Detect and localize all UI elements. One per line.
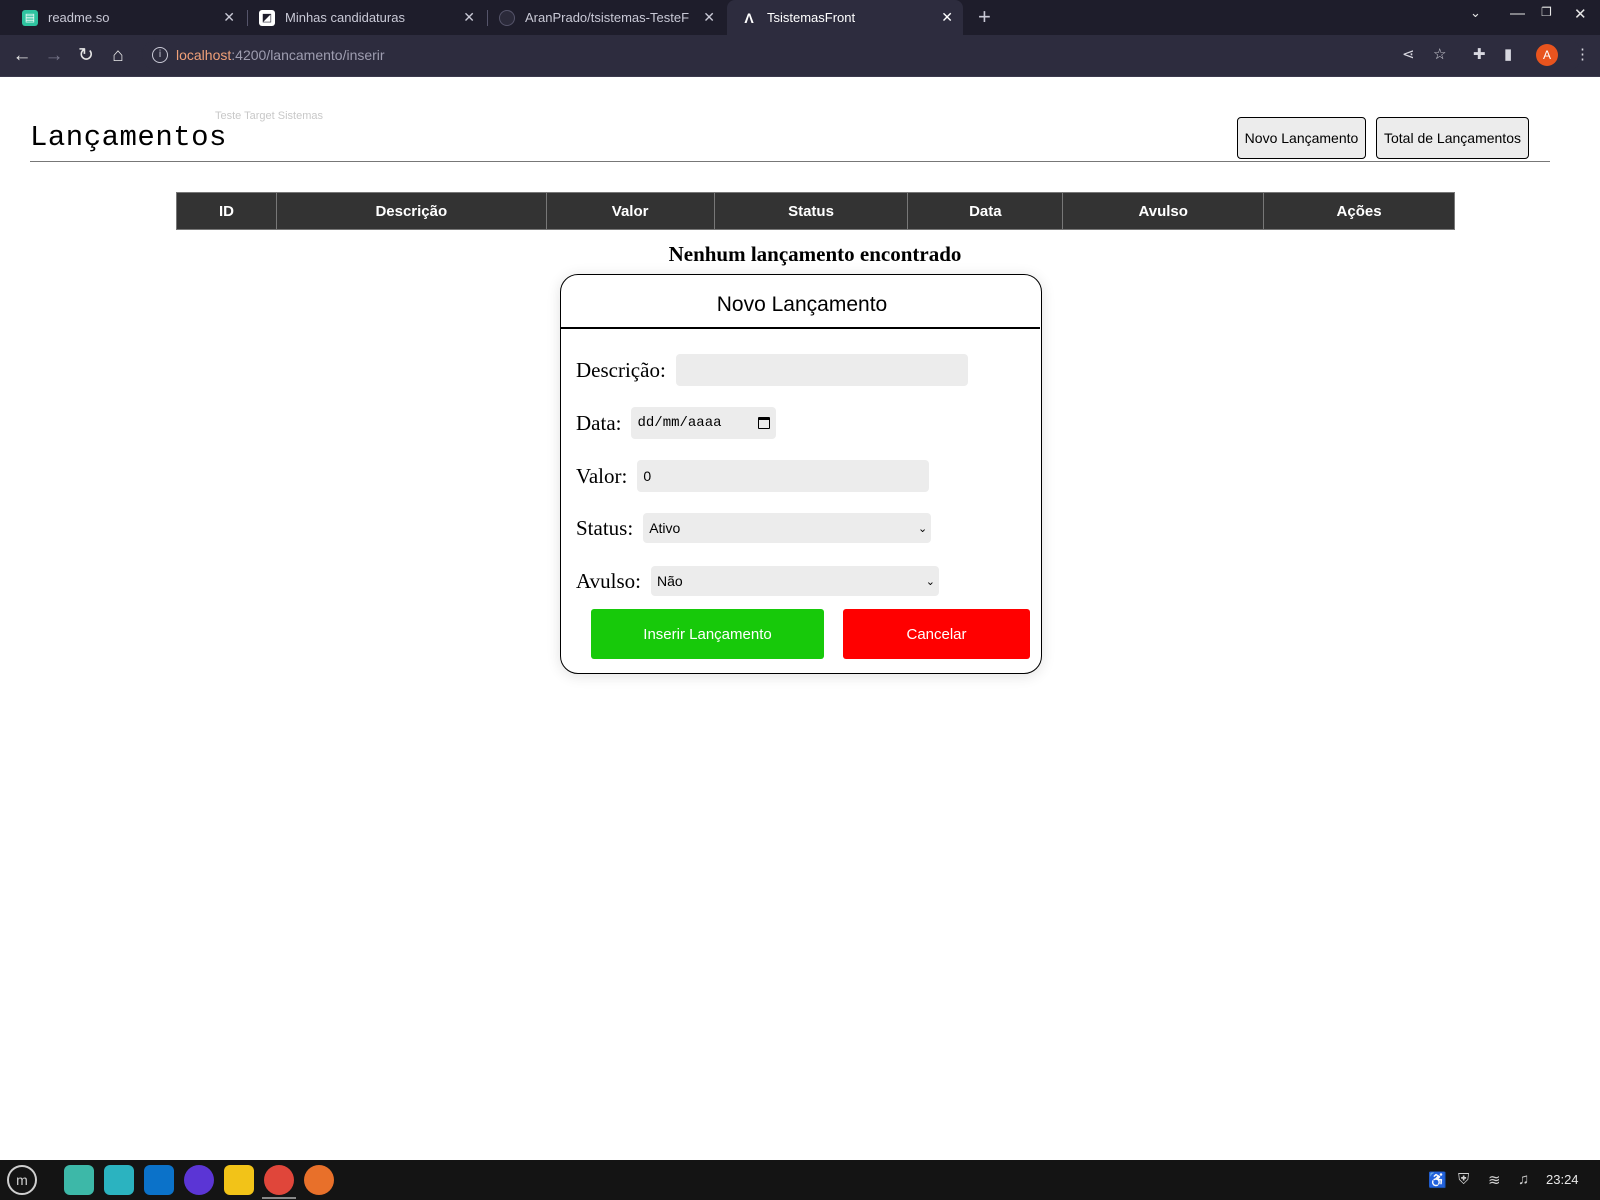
empty-state-message: Nenhum lançamento encontrado <box>668 242 962 266</box>
column-header-avulso[interactable]: Avulso <box>1062 192 1265 230</box>
os-taskbar: m ♿ ⛨ ≋ ♫ 23:24 <box>0 1160 1600 1200</box>
inserir-lancamento-button[interactable]: Inserir Lançamento <box>591 609 824 659</box>
site-info-icon[interactable]: i <box>152 47 168 63</box>
menu-kebab-icon[interactable]: ⋮ <box>1575 45 1590 63</box>
data-row: Data: dd/mm/aaaa <box>576 407 777 439</box>
valor-label: Valor: <box>576 463 628 488</box>
back-arrow-icon[interactable]: ← <box>10 44 34 68</box>
active-app-indicator <box>262 1197 296 1199</box>
close-tab-icon[interactable]: ✕ <box>941 9 953 26</box>
home-icon[interactable]: ⌂ <box>106 44 130 68</box>
chrome-icon[interactable] <box>264 1165 294 1195</box>
lancamentos-table: ID Descrição Valor Status Data Avulso Aç… <box>176 192 1455 230</box>
clock[interactable]: 23:24 <box>1546 1172 1579 1187</box>
descricao-label: Descrição: <box>576 357 666 382</box>
brand-label: Teste Target Sistemas <box>215 110 324 122</box>
github-favicon-icon <box>499 9 515 26</box>
tab-search-chevron-icon[interactable]: ⌄ <box>1470 5 1481 21</box>
tab-divider <box>247 10 248 26</box>
avulso-label: Avulso: <box>576 568 641 593</box>
tab-divider <box>487 10 488 26</box>
column-header-descricao[interactable]: Descrição <box>275 192 547 230</box>
tab-title: TsistemasFront <box>767 10 856 25</box>
insomnia-icon[interactable] <box>184 1165 214 1195</box>
column-header-status[interactable]: Status <box>713 192 909 230</box>
close-tab-icon[interactable]: ✕ <box>223 9 235 26</box>
avulso-row: Avulso: Não ⌄ <box>576 566 939 596</box>
calendar-icon[interactable] <box>758 417 771 429</box>
chevron-down-icon: ⌄ <box>917 521 928 535</box>
bookmark-star-icon[interactable]: ☆ <box>1433 45 1446 63</box>
column-header-data[interactable]: Data <box>907 192 1064 230</box>
status-row: Status: Ativo ⌄ <box>576 513 932 543</box>
status-select[interactable]: Ativo ⌄ <box>643 513 932 543</box>
restore-window-icon[interactable]: ❐ <box>1541 5 1552 19</box>
cancelar-button[interactable]: Cancelar <box>843 609 1030 659</box>
tab-title: AranPrado/tsistemas-TesteF <box>525 10 690 25</box>
status-label: Status: <box>576 515 634 540</box>
gupy-favicon-icon: ◩ <box>259 9 275 26</box>
tab-title: Minhas candidaturas <box>285 10 405 25</box>
header-divider <box>30 161 1550 162</box>
shield-icon[interactable]: ⛨ <box>1458 1171 1469 1188</box>
tab-github[interactable]: AranPrado/tsistemas-TesteF ✕ <box>489 0 725 35</box>
file-manager-icon[interactable] <box>64 1165 94 1195</box>
terminal-icon[interactable] <box>104 1165 134 1195</box>
forward-arrow-icon[interactable]: → <box>42 44 66 68</box>
close-tab-icon[interactable]: ✕ <box>703 9 715 26</box>
url-host: localhost <box>176 47 232 63</box>
new-tab-button[interactable]: + <box>978 4 991 30</box>
page-content: Teste Target Sistemas Lançamentos Novo L… <box>0 77 1600 1160</box>
table-header-row: ID Descrição Valor Status Data Avulso Aç… <box>176 192 1455 230</box>
tab-title: readme.so <box>48 10 110 25</box>
beekeeper-icon[interactable] <box>224 1165 254 1195</box>
mint-menu-icon[interactable]: m <box>7 1165 37 1195</box>
column-header-valor[interactable]: Valor <box>545 192 715 230</box>
side-panel-icon[interactable]: ▮ <box>1504 45 1512 63</box>
valor-input[interactable] <box>637 460 930 492</box>
close-tab-icon[interactable]: ✕ <box>463 9 475 26</box>
extensions-puzzle-icon[interactable]: ✚ <box>1473 45 1486 63</box>
tab-readme[interactable]: ▤ readme.so ✕ <box>10 0 245 35</box>
descricao-input[interactable] <box>675 354 968 386</box>
reload-icon[interactable]: ↻ <box>74 44 98 68</box>
data-label: Data: <box>576 410 622 435</box>
sound-icon[interactable]: ♫ <box>1518 1171 1529 1188</box>
modal-title: Novo Lançamento <box>716 293 888 316</box>
data-input[interactable]: dd/mm/aaaa <box>631 407 777 439</box>
novo-lancamento-modal: Novo Lançamento Descrição: Data: dd/mm/a… <box>560 274 1042 674</box>
page-title: Lançamentos <box>30 121 227 154</box>
modal-divider <box>561 327 1040 329</box>
chevron-down-icon: ⌄ <box>925 574 935 588</box>
novo-lancamento-button[interactable]: Novo Lançamento <box>1237 117 1366 159</box>
share-icon[interactable]: ⋖ <box>1402 45 1415 63</box>
vscode-icon[interactable] <box>144 1165 174 1195</box>
valor-row: Valor: <box>576 460 930 492</box>
column-header-acoes[interactable]: Ações <box>1263 192 1455 230</box>
readme-favicon-icon: ▤ <box>22 9 38 26</box>
tab-minhas-candidaturas[interactable]: ◩ Minhas candidaturas ✕ <box>249 0 485 35</box>
date-placeholder: dd/mm/aaaa <box>637 415 722 431</box>
browser-toolbar: ← → ↻ ⌂ i localhost :4200/lancamento/ins… <box>0 35 1600 77</box>
avulso-select[interactable]: Não ⌄ <box>650 566 939 596</box>
firefox-icon[interactable] <box>304 1165 334 1195</box>
tab-tsistemas-front[interactable]: Λ TsistemasFront ✕ <box>727 0 963 35</box>
minimize-window-icon[interactable]: — <box>1510 5 1525 22</box>
url-path: :4200/lancamento/inserir <box>231 47 385 63</box>
close-window-icon[interactable]: ✕ <box>1574 5 1587 23</box>
descricao-row: Descrição: <box>576 354 968 386</box>
total-lancamentos-button[interactable]: Total de Lançamentos <box>1376 117 1529 159</box>
avulso-selected-value: Não <box>656 573 683 589</box>
browser-tab-bar: ▤ readme.so ✕ ◩ Minhas candidaturas ✕ Ar… <box>0 0 1600 35</box>
status-selected-value: Ativo <box>649 520 681 536</box>
wifi-icon[interactable]: ≋ <box>1488 1171 1501 1189</box>
address-bar[interactable]: i localhost :4200/lancamento/inserir <box>142 39 1582 71</box>
angular-favicon-icon: Λ <box>744 9 754 26</box>
profile-avatar[interactable]: A <box>1536 44 1558 66</box>
accessibility-icon[interactable]: ♿ <box>1428 1171 1447 1189</box>
column-header-id[interactable]: ID <box>176 192 277 230</box>
